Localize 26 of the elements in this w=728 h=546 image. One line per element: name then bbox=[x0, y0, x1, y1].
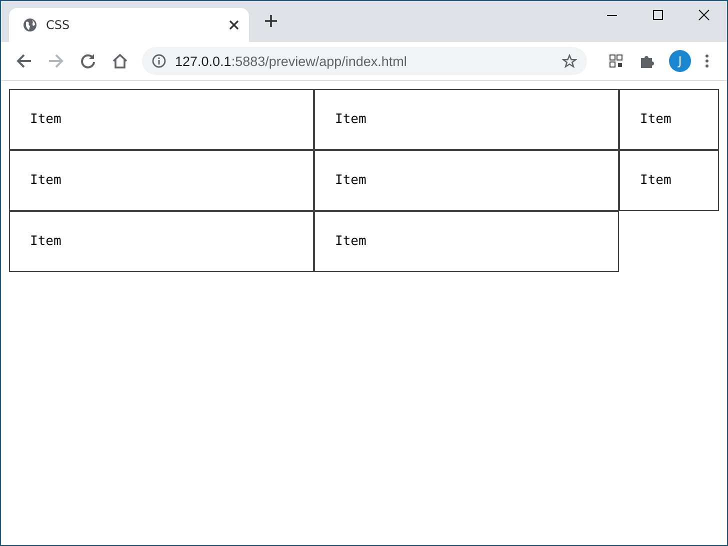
info-icon[interactable] bbox=[152, 54, 166, 68]
grid-item: Item bbox=[9, 150, 314, 211]
profile-avatar[interactable]: J bbox=[669, 50, 691, 72]
back-arrow-icon[interactable] bbox=[16, 53, 32, 69]
grid-item: Item bbox=[9, 89, 314, 150]
grid-item: Item bbox=[314, 150, 619, 211]
reload-icon[interactable] bbox=[80, 53, 96, 69]
plus-icon[interactable] bbox=[265, 15, 277, 27]
qr-code-icon[interactable] bbox=[609, 54, 623, 68]
address-bar[interactable]: 127.0.0.1:5883/preview/app/index.html bbox=[142, 47, 587, 75]
maximize-icon[interactable] bbox=[652, 9, 664, 21]
close-icon[interactable] bbox=[698, 9, 710, 21]
grid-item: Item bbox=[9, 211, 314, 272]
grid-item: Item bbox=[314, 89, 619, 150]
close-icon[interactable] bbox=[229, 20, 239, 30]
grid-item: Item bbox=[619, 89, 719, 150]
globe-icon bbox=[23, 18, 37, 32]
puzzle-piece-icon[interactable] bbox=[639, 53, 655, 69]
tab-title: CSS bbox=[46, 18, 71, 32]
menu-icon[interactable] bbox=[705, 54, 709, 68]
star-icon[interactable] bbox=[562, 54, 577, 68]
browser-tab[interactable]: CSS bbox=[9, 8, 249, 42]
url-text: 127.0.0.1:5883/preview/app/index.html bbox=[175, 54, 408, 68]
grid-item: Item bbox=[619, 150, 719, 211]
grid-item: Item bbox=[314, 211, 619, 272]
home-icon[interactable] bbox=[112, 53, 128, 69]
